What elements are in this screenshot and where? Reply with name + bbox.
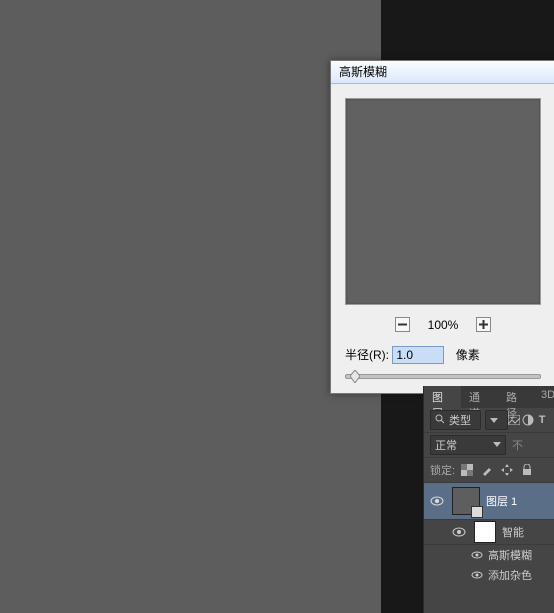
opacity-label: 不	[512, 437, 523, 453]
visibility-eye-icon[interactable]	[428, 492, 446, 510]
filter-preview[interactable]	[345, 98, 541, 305]
lock-transparent-icon[interactable]	[459, 462, 475, 478]
dialog-title: 高斯模糊	[339, 65, 387, 79]
filter-text-icon[interactable]: T	[535, 412, 549, 428]
search-icon	[435, 414, 445, 427]
zoom-out-button[interactable]	[395, 317, 410, 332]
layers-panel: 图层 通道 路径 3D 类型 T 正常 不 锁定: 图层 1	[423, 386, 554, 613]
blend-row: 正常 不	[424, 433, 554, 458]
dialog-titlebar[interactable]: 高斯模糊	[331, 61, 554, 84]
canvas-area[interactable]	[0, 0, 381, 613]
lock-brush-icon[interactable]	[479, 462, 495, 478]
smart-filters-label: 智能	[502, 524, 524, 540]
zoom-percent: 100%	[413, 318, 473, 332]
smart-object-icon	[471, 506, 483, 518]
kind-select[interactable]: 类型	[430, 410, 481, 430]
visibility-eye-icon[interactable]	[450, 523, 468, 541]
chevron-down-icon	[493, 439, 501, 451]
layer-thumbnail[interactable]	[452, 487, 480, 515]
lock-label: 锁定:	[430, 462, 455, 478]
filter-adjust-icon[interactable]	[521, 412, 535, 428]
panel-tabs: 图层 通道 路径 3D	[424, 386, 554, 408]
blend-mode-select[interactable]: 正常	[430, 435, 506, 455]
tab-layers[interactable]: 图层	[424, 386, 461, 408]
kind-dropdown[interactable]	[485, 410, 507, 430]
visibility-eye-icon[interactable]	[470, 571, 484, 579]
filter-name: 添加杂色	[488, 567, 532, 583]
filter-name: 高斯模糊	[488, 547, 532, 563]
filter-kind-row: 类型 T	[424, 408, 554, 433]
filter-line-addnoise[interactable]: 添加杂色	[424, 565, 554, 585]
smart-filters-item[interactable]: 智能	[424, 520, 554, 545]
radius-slider[interactable]	[345, 374, 541, 379]
zoom-in-button[interactable]	[476, 317, 491, 332]
lock-move-icon[interactable]	[499, 462, 515, 478]
radius-input[interactable]	[392, 346, 444, 364]
tab-channels[interactable]: 通道	[461, 386, 498, 408]
tab-paths[interactable]: 路径	[498, 386, 535, 408]
filter-mask-thumbnail[interactable]	[474, 521, 496, 543]
lock-row: 锁定:	[424, 458, 554, 483]
layer-item[interactable]: 图层 1	[424, 483, 554, 520]
filter-line-gaussian[interactable]: 高斯模糊	[424, 545, 554, 565]
tab-3d[interactable]: 3D	[535, 386, 554, 408]
slider-thumb-icon[interactable]	[350, 370, 360, 383]
gaussian-blur-dialog: 高斯模糊 100% 半径(R): 像素	[330, 60, 554, 394]
lock-all-icon[interactable]	[519, 462, 535, 478]
layer-name[interactable]: 图层 1	[486, 493, 517, 509]
radius-unit: 像素	[456, 348, 480, 362]
visibility-eye-icon[interactable]	[470, 551, 484, 559]
filter-image-icon[interactable]	[508, 412, 522, 428]
radius-label: 半径(R):	[345, 348, 389, 362]
